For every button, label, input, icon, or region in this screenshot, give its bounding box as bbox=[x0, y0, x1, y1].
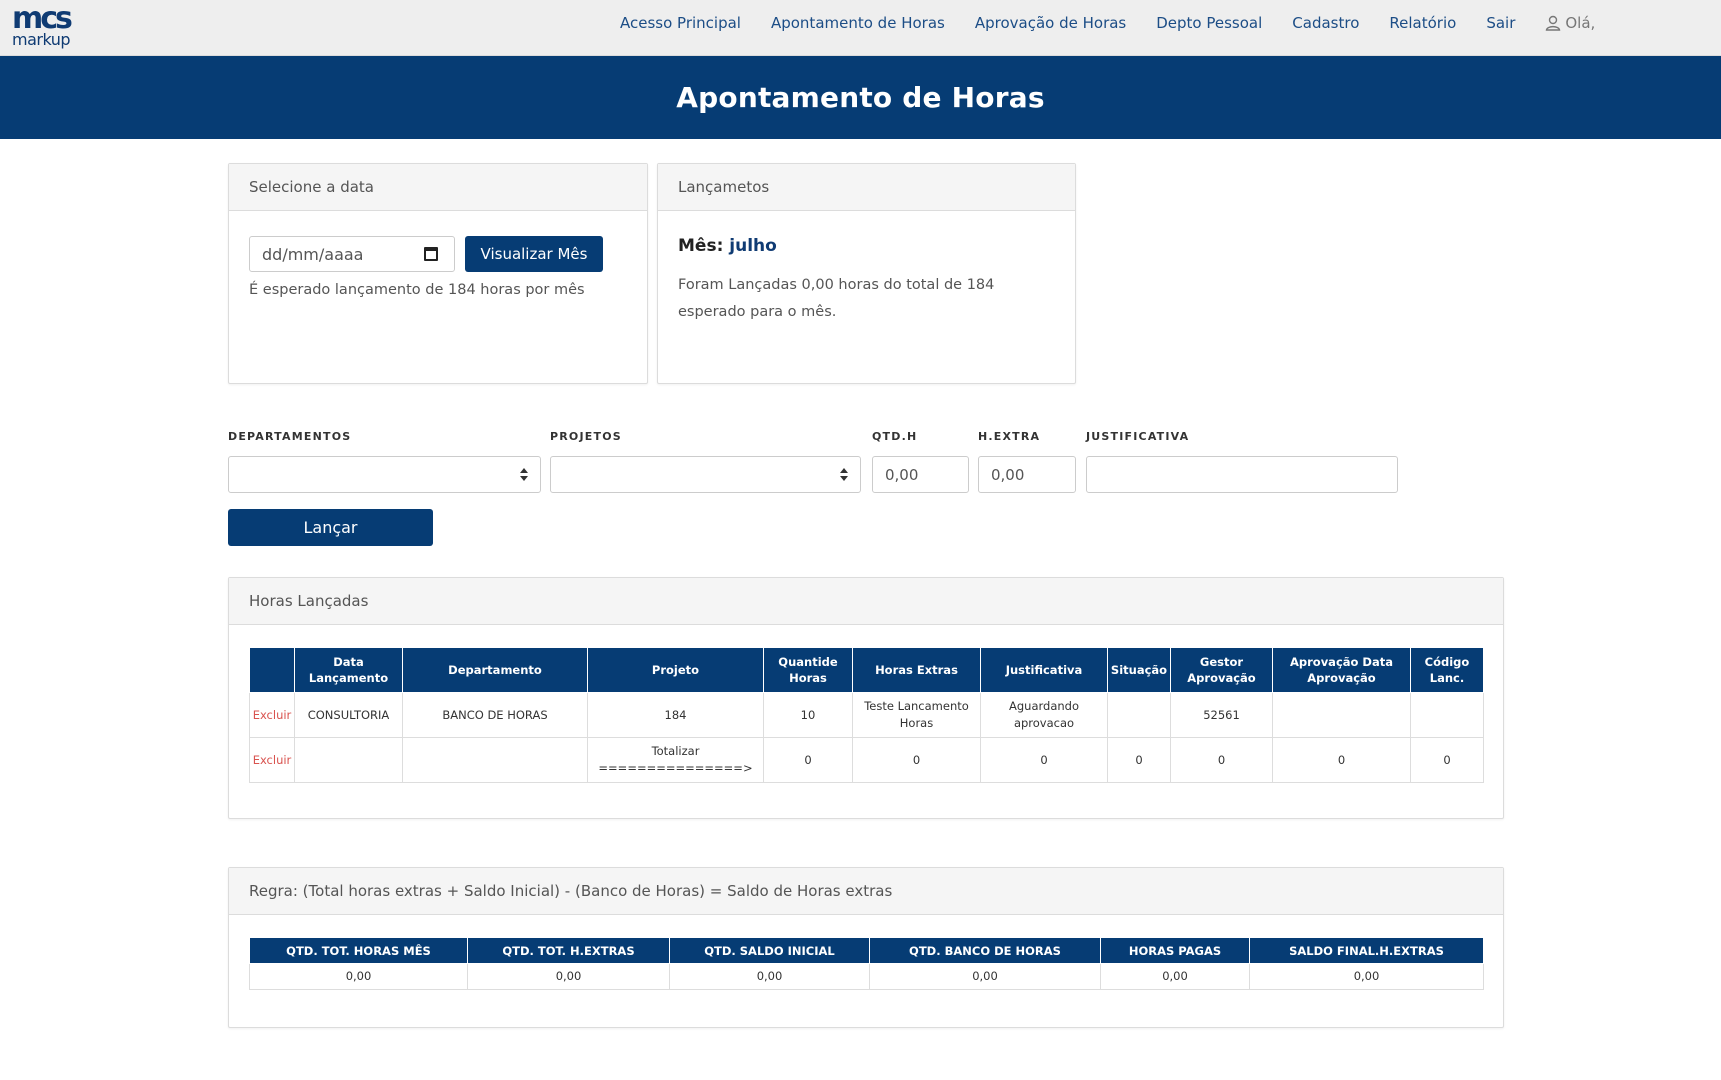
excluir-link[interactable]: Excluir bbox=[249, 737, 295, 783]
table-cell: 184 bbox=[587, 692, 764, 738]
regra-panel: Regra: (Total horas extras + Saldo Inici… bbox=[228, 867, 1504, 1028]
regra-panel-title: Regra: (Total horas extras + Saldo Inici… bbox=[229, 868, 1503, 915]
justificativa-input[interactable] bbox=[1086, 456, 1398, 493]
table-cell: 0,00 bbox=[1100, 963, 1250, 990]
lancar-button[interactable]: Lançar bbox=[228, 509, 433, 546]
table-cell bbox=[1107, 692, 1171, 738]
nav-menu: Acesso Principal Apontamento de Horas Ap… bbox=[620, 0, 1595, 46]
table-cell: CONSULTORIA bbox=[294, 692, 403, 738]
top-navbar: mcs markup Acesso Principal Apontamento … bbox=[0, 0, 1721, 56]
date-panel: Selecione a data dd/mm/aaaa Visualizar M… bbox=[228, 163, 648, 384]
user-menu[interactable]: Olá, bbox=[1545, 14, 1595, 32]
col-header: Quantide Horas bbox=[763, 647, 853, 693]
table-cell: Aguardando aprovacao bbox=[980, 692, 1108, 738]
horas-lancadas-panel: Horas Lançadas Data Lançamento Departame… bbox=[228, 577, 1504, 819]
col-header: SALDO FINAL.H.EXTRAS bbox=[1249, 937, 1484, 964]
col-header: Aprovação Data Aprovação bbox=[1272, 647, 1411, 693]
table-cell: 0 bbox=[852, 737, 981, 783]
table-cell bbox=[1272, 692, 1411, 738]
table-header-row: QTD. TOT. HORAS MÊS QTD. TOT. H.EXTRAS Q… bbox=[249, 937, 1484, 964]
user-greeting: Olá, bbox=[1565, 14, 1596, 32]
nav-sair[interactable]: Sair bbox=[1486, 14, 1515, 32]
table-cell: 52561 bbox=[1170, 692, 1273, 738]
excluir-link[interactable]: Excluir bbox=[249, 692, 295, 738]
table-cell: 0,00 bbox=[1249, 963, 1484, 990]
col-header: HORAS PAGAS bbox=[1100, 937, 1250, 964]
month-value: julho bbox=[729, 236, 777, 256]
table-cell: 0,00 bbox=[869, 963, 1101, 990]
qtdh-input[interactable]: 0,00 bbox=[872, 456, 969, 493]
table-cell: 10 bbox=[763, 692, 853, 738]
nav-depto-pessoal[interactable]: Depto Pessoal bbox=[1156, 14, 1262, 32]
col-header: QTD. TOT. H.EXTRAS bbox=[467, 937, 670, 964]
month-label: Mês: bbox=[678, 236, 724, 256]
user-icon bbox=[1546, 15, 1561, 31]
hextra-input[interactable]: 0,00 bbox=[978, 456, 1076, 493]
table-cell bbox=[294, 737, 403, 783]
table-cell: BANCO DE HORAS bbox=[402, 692, 588, 738]
date-panel-title: Selecione a data bbox=[229, 164, 647, 211]
table-cell: 0,00 bbox=[467, 963, 670, 990]
select-arrows-icon bbox=[520, 468, 528, 482]
hextra-label: H.EXTRA bbox=[978, 430, 1041, 443]
table-cell: Teste Lancamento Horas bbox=[852, 692, 981, 738]
table-cell: 0,00 bbox=[249, 963, 468, 990]
calendar-icon[interactable] bbox=[424, 247, 438, 261]
table-cell: 0 bbox=[1272, 737, 1411, 783]
table-cell: 0 bbox=[1107, 737, 1171, 783]
nav-cadastro[interactable]: Cadastro bbox=[1292, 14, 1359, 32]
nav-relatorio[interactable]: Relatório bbox=[1389, 14, 1456, 32]
col-header: Gestor Aprovação bbox=[1170, 647, 1273, 693]
table-cell bbox=[402, 737, 588, 783]
saldo-table: QTD. TOT. HORAS MÊS QTD. TOT. H.EXTRAS Q… bbox=[249, 937, 1484, 990]
table-row: 0,00 0,00 0,00 0,00 0,00 0,00 bbox=[249, 963, 1484, 990]
projetos-select[interactable] bbox=[550, 456, 861, 493]
date-input[interactable]: dd/mm/aaaa bbox=[249, 236, 455, 272]
table-cell: 0 bbox=[1170, 737, 1273, 783]
page-header: Apontamento de Horas bbox=[0, 56, 1721, 139]
lancamentos-summary: Foram Lançadas 0,00 horas do total de 18… bbox=[678, 277, 995, 320]
nav-acesso-principal[interactable]: Acesso Principal bbox=[620, 14, 741, 32]
lancamentos-panel-title: Lançametos bbox=[658, 164, 1075, 211]
table-cell bbox=[1410, 692, 1484, 738]
col-header: Data Lançamento bbox=[294, 647, 403, 693]
col-header: Departamento bbox=[402, 647, 588, 693]
table-row: Excluir Totalizar ===============> 0 0 0… bbox=[249, 737, 1484, 783]
col-header: Projeto bbox=[587, 647, 764, 693]
table-cell: 0 bbox=[763, 737, 853, 783]
horas-table: Data Lançamento Departamento Projeto Qua… bbox=[249, 647, 1484, 783]
departamentos-select[interactable] bbox=[228, 456, 541, 493]
col-header: Situação bbox=[1107, 647, 1171, 693]
totalizar-cell: Totalizar ===============> bbox=[587, 737, 764, 783]
month-line: Mês: julho bbox=[678, 236, 777, 256]
visualizar-mes-button[interactable]: Visualizar Mês bbox=[465, 236, 603, 272]
projetos-label: PROJETOS bbox=[550, 430, 622, 443]
mcs-markup-logo[interactable]: mcs markup bbox=[12, 4, 82, 52]
logo-text-bottom: markup bbox=[12, 30, 71, 49]
qtdh-label: QTD.H bbox=[872, 430, 918, 443]
col-header: QTD. SALDO INICIAL bbox=[669, 937, 870, 964]
lancamentos-panel: Lançametos Mês: julho Foram Lançadas 0,0… bbox=[657, 163, 1076, 384]
table-cell: 0,00 bbox=[669, 963, 870, 990]
col-header: Justificativa bbox=[980, 647, 1108, 693]
col-header: QTD. BANCO DE HORAS bbox=[869, 937, 1101, 964]
date-placeholder: dd/mm/aaaa bbox=[262, 244, 364, 264]
table-cell: 0 bbox=[1410, 737, 1484, 783]
col-header bbox=[249, 647, 295, 693]
col-header: Código Lanc. bbox=[1410, 647, 1484, 693]
table-cell: 0 bbox=[980, 737, 1108, 783]
justificativa-label: JUSTIFICATIVA bbox=[1086, 430, 1190, 443]
col-header: Horas Extras bbox=[852, 647, 981, 693]
table-row: Excluir CONSULTORIA BANCO DE HORAS 184 1… bbox=[249, 692, 1484, 738]
expected-hours-hint: É esperado lançamento de 184 horas por m… bbox=[249, 282, 585, 298]
col-header: QTD. TOT. HORAS MÊS bbox=[249, 937, 468, 964]
select-arrows-icon bbox=[840, 468, 848, 482]
nav-aprovacao-horas[interactable]: Aprovação de Horas bbox=[975, 14, 1126, 32]
horas-lancadas-title: Horas Lançadas bbox=[229, 578, 1503, 625]
nav-apontamento-horas[interactable]: Apontamento de Horas bbox=[771, 14, 945, 32]
table-header-row: Data Lançamento Departamento Projeto Qua… bbox=[249, 647, 1484, 693]
page-title: Apontamento de Horas bbox=[676, 81, 1045, 114]
departamentos-label: DEPARTAMENTOS bbox=[228, 430, 352, 443]
